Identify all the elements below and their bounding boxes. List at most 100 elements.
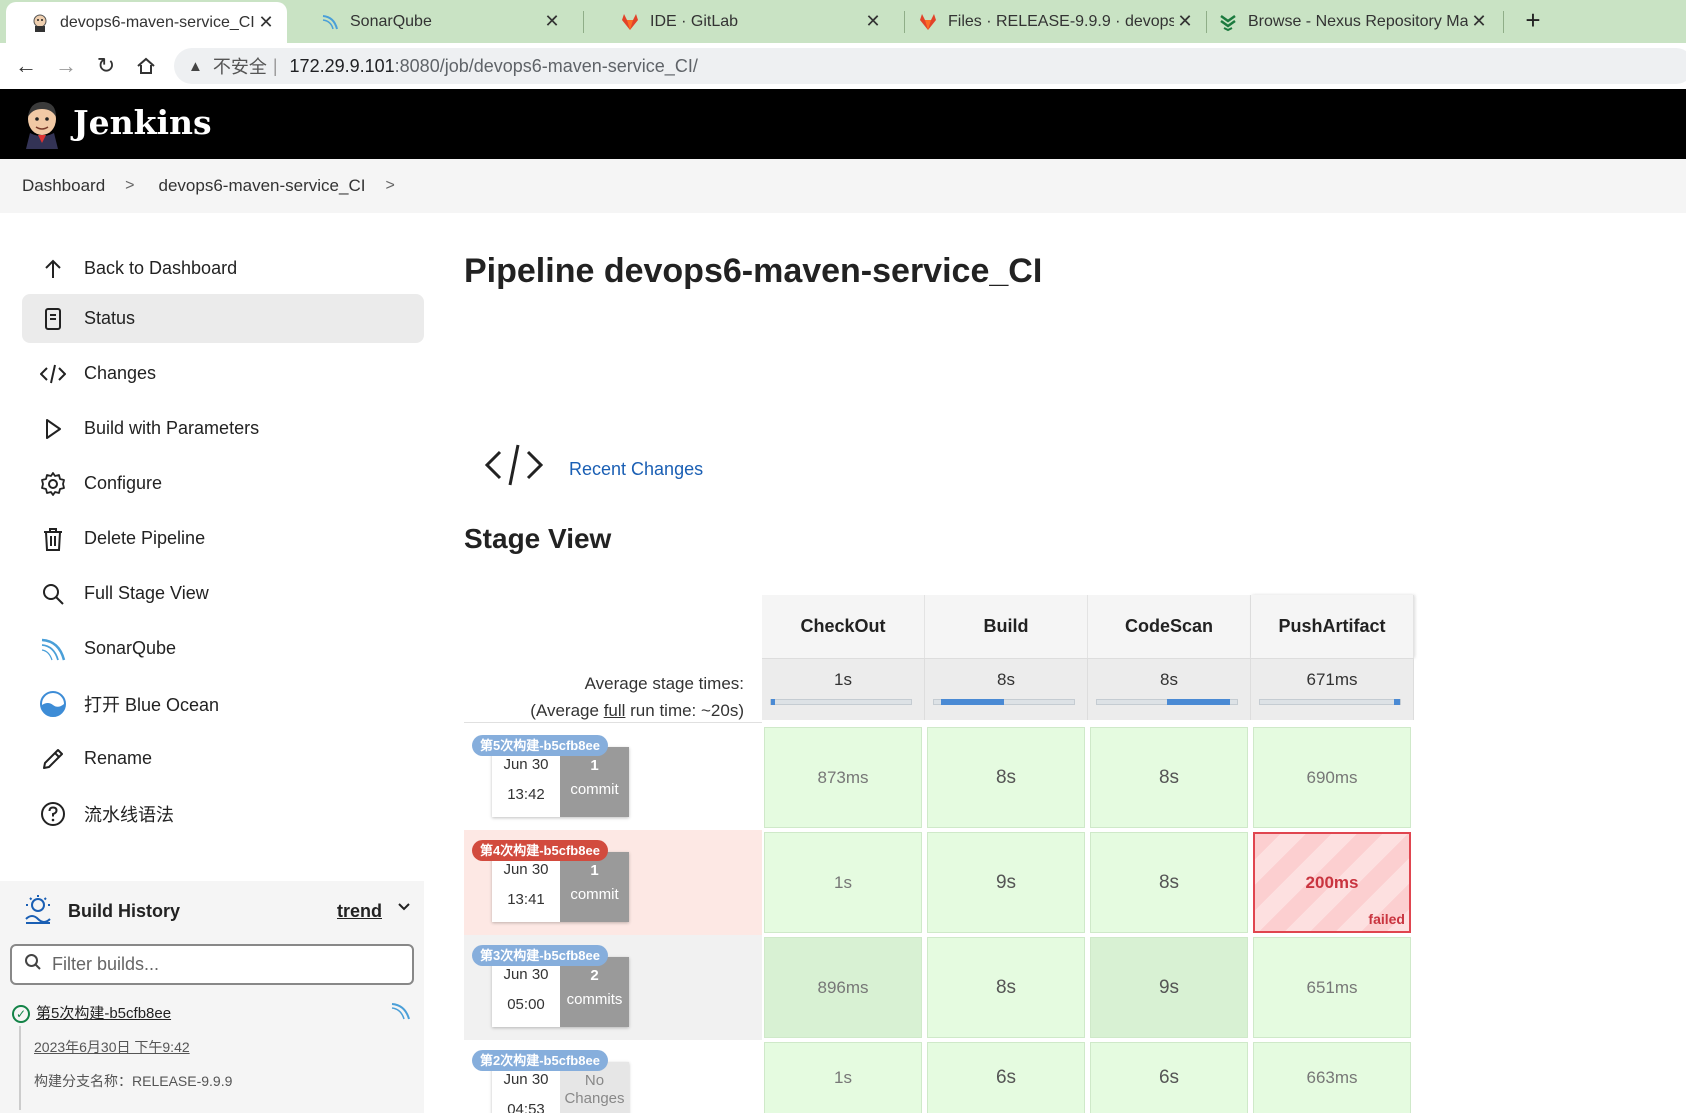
- run-commits[interactable]: 1 commit: [560, 747, 629, 817]
- failed-label: failed: [1368, 911, 1405, 927]
- run-time: 13:41: [507, 891, 545, 908]
- run-badge[interactable]: 第4次构建-b5cfb8ee: [472, 840, 608, 861]
- tab-title: IDE · GitLab: [650, 12, 739, 30]
- stage-cell[interactable]: 6s: [1090, 1042, 1248, 1113]
- run-card: Jun 30 05:00 2 commits: [492, 957, 629, 1027]
- run-commits[interactable]: 1 commit: [560, 852, 629, 922]
- row-divider: [464, 722, 762, 723]
- sidebar-item-pipeline-syntax[interactable]: 流水线语法: [22, 789, 424, 838]
- sidebar-item-label: Status: [84, 308, 136, 328]
- stage-duration: 200ms: [1305, 872, 1359, 892]
- jenkins-title[interactable]: Jenkins: [73, 103, 212, 142]
- chevron-right-icon: >: [125, 177, 135, 194]
- stage-cell[interactable]: 8s: [1090, 727, 1248, 828]
- new-tab-button[interactable]: +: [1518, 6, 1548, 36]
- stage-cell[interactable]: 651ms: [1253, 937, 1411, 1038]
- tab-nexus[interactable]: Browse - Nexus Repository Ma ✕: [1194, 0, 1500, 43]
- tab-gitlab-files[interactable]: Files · RELEASE-9.9.9 · devops6 ✕: [894, 0, 1206, 43]
- sonarqube-icon: [38, 634, 68, 664]
- build-date-link[interactable]: 2023年6月30日 下午9:42: [34, 1037, 190, 1057]
- document-icon: [38, 304, 68, 334]
- jenkins-logo-icon[interactable]: [22, 99, 62, 149]
- commit-label: commit: [570, 886, 619, 903]
- sonarqube-icon[interactable]: [390, 1000, 414, 1024]
- recent-changes-link[interactable]: Recent Changes: [569, 459, 703, 480]
- stage-cell[interactable]: 690ms: [1253, 727, 1411, 828]
- stage-average-fill: [771, 699, 775, 705]
- url-path: :8080/job/devops6-maven-service_CI/: [394, 55, 698, 76]
- sidebar-item-build-with-parameters[interactable]: Build with Parameters: [22, 404, 424, 453]
- sidebar-item-back-to-dashboard[interactable]: Back to Dashboard: [22, 244, 424, 293]
- close-icon[interactable]: ✕: [862, 11, 884, 32]
- stage-header-checkout: CheckOut: [762, 595, 925, 658]
- stage-cell[interactable]: 9s: [1090, 937, 1248, 1038]
- sidebar-item-label: Changes: [84, 363, 157, 383]
- run-row: 第4次构建-b5cfb8ee Jun 30 13:41 1 commit: [464, 830, 762, 935]
- search-icon: [24, 953, 42, 976]
- url-input[interactable]: ▲ 不安全 | 172.29.9.101 :8080/job/devops6-m…: [174, 48, 1686, 84]
- full-run-link[interactable]: full: [604, 701, 626, 720]
- stage-cell[interactable]: 9s: [927, 832, 1085, 933]
- chevron-right-icon[interactable]: >: [385, 177, 394, 195]
- stage-cell[interactable]: 873ms: [764, 727, 922, 828]
- sidebar-item-blue-ocean[interactable]: 打开 Blue Ocean: [22, 679, 424, 728]
- code-icon: [484, 440, 544, 490]
- stage-cell[interactable]: 663ms: [1253, 1042, 1411, 1113]
- jenkins-header: Jenkins: [0, 89, 1686, 159]
- average-label-prefix: (Average: [530, 701, 604, 720]
- home-icon[interactable]: [132, 52, 160, 80]
- tab-separator: [1503, 11, 1504, 33]
- blue-ocean-icon: [38, 689, 68, 719]
- reload-icon[interactable]: ↻: [92, 52, 120, 80]
- stage-cell[interactable]: 8s: [927, 727, 1085, 828]
- close-icon[interactable]: ✕: [1468, 11, 1490, 32]
- insecure-label: 不安全: [212, 57, 267, 77]
- sonarqube-icon: [320, 12, 340, 32]
- build-history-row[interactable]: ✓ 第5次构建-b5cfb8ee 2023年6月30日 下午9:42 构建分支名…: [0, 996, 424, 1113]
- sidebar-item-rename[interactable]: Rename: [22, 734, 424, 783]
- stage-cell[interactable]: 6s: [927, 1042, 1085, 1113]
- breadcrumb-dashboard[interactable]: Dashboard: [22, 176, 105, 196]
- chevron-down-icon[interactable]: [396, 899, 412, 920]
- stage-cell[interactable]: 1s: [764, 1042, 922, 1113]
- run-badge[interactable]: 第3次构建-b5cfb8ee: [472, 945, 608, 966]
- sidebar-item-delete-pipeline[interactable]: Delete Pipeline: [22, 514, 424, 563]
- run-badge[interactable]: 第5次构建-b5cfb8ee: [472, 735, 608, 756]
- close-icon[interactable]: ✕: [1174, 11, 1196, 32]
- back-arrow-icon[interactable]: ←: [12, 52, 40, 80]
- stage-cell[interactable]: 8s: [927, 937, 1085, 1038]
- forward-arrow-icon[interactable]: →: [52, 52, 80, 80]
- filter-builds-input[interactable]: Filter builds...: [10, 944, 414, 985]
- sidebar-item-changes[interactable]: Changes: [22, 349, 424, 398]
- stage-cell-failed[interactable]: 200ms failed: [1253, 832, 1411, 933]
- commit-count: 1: [590, 757, 599, 774]
- sidebar-item-status[interactable]: Status: [22, 294, 424, 343]
- stage-average-fill: [1167, 699, 1230, 705]
- stage-average-bar: [933, 699, 1075, 705]
- tab-jenkins[interactable]: devops6-maven-service_CI [Je ✕: [6, 2, 287, 43]
- stage-average-fill: [941, 699, 1004, 705]
- stage-cell[interactable]: 8s: [1090, 832, 1248, 933]
- run-commits[interactable]: 2 commits: [560, 957, 629, 1027]
- stage-cell[interactable]: 1s: [764, 832, 922, 933]
- stage-average-cell: 8s: [925, 658, 1088, 720]
- sidebar-item-label: Configure: [84, 473, 163, 493]
- average-label-suffix: run time: ~20s): [625, 701, 744, 720]
- tab-sonarqube[interactable]: SonarQube ✕: [296, 0, 573, 43]
- sidebar-item-sonarqube[interactable]: SonarQube: [22, 624, 424, 673]
- stage-cell[interactable]: 896ms: [764, 937, 922, 1038]
- tab-gitlab-ide[interactable]: IDE · GitLab ✕: [596, 0, 894, 43]
- close-icon[interactable]: ✕: [255, 12, 277, 33]
- build-name-link[interactable]: 第5次构建-b5cfb8ee: [36, 1002, 171, 1023]
- sidebar-item-configure[interactable]: Configure: [22, 459, 424, 508]
- close-icon[interactable]: ✕: [541, 11, 563, 32]
- stage-view-title: Stage View: [464, 523, 612, 554]
- breadcrumb: Dashboard > devops6-maven-service_CI >: [0, 159, 1686, 213]
- breadcrumb-job[interactable]: devops6-maven-service_CI: [159, 176, 366, 196]
- sidebar-item-full-stage-view[interactable]: Full Stage View: [22, 569, 424, 618]
- weather-icon: [22, 893, 54, 930]
- run-badge[interactable]: 第2次构建-b5cfb8ee: [472, 1050, 608, 1071]
- commit-label: commits: [566, 991, 623, 1008]
- sidebar-item-label: Back to Dashboard: [84, 258, 238, 278]
- trend-link[interactable]: trend: [337, 901, 382, 922]
